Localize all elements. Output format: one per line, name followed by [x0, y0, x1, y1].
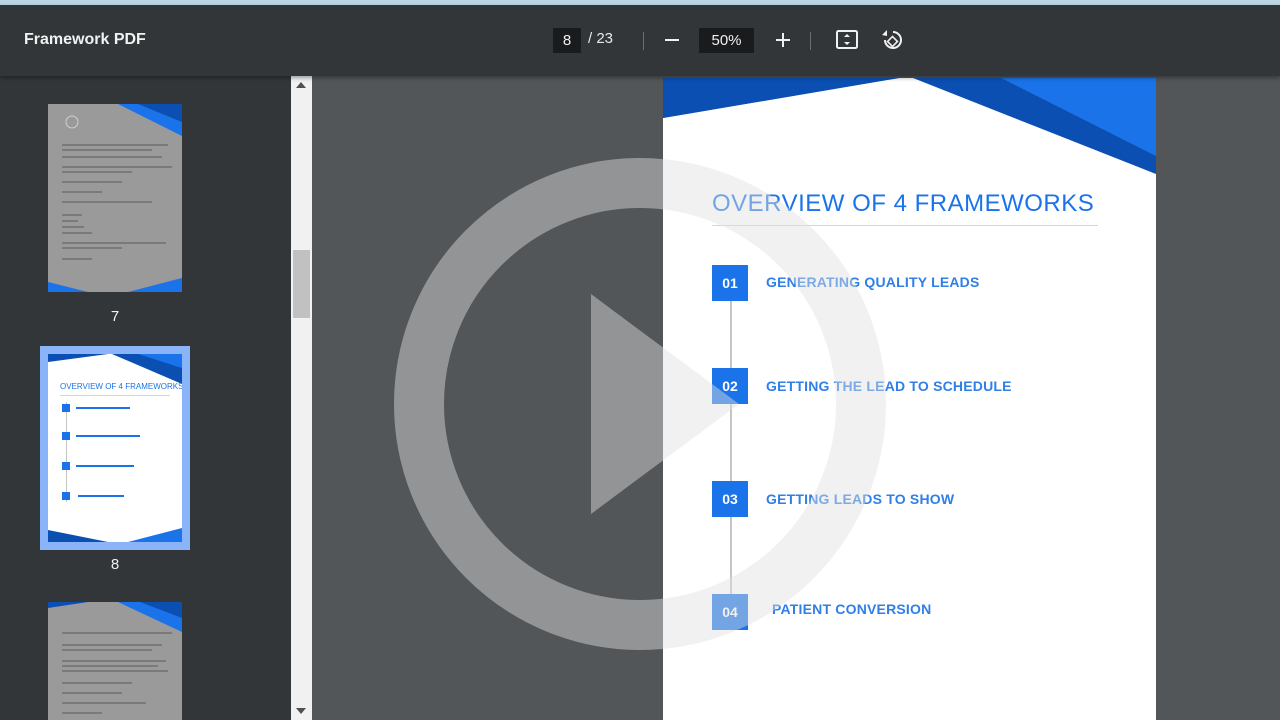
toolbar-divider [643, 32, 644, 50]
thumbnail-page-9-image [48, 602, 182, 714]
fit-page-button[interactable] [834, 27, 860, 53]
scrollbar-thumb[interactable] [293, 250, 310, 318]
scroll-up-arrow-icon[interactable] [296, 82, 306, 88]
play-icon [394, 158, 886, 650]
zoom-input[interactable]: 50% [699, 28, 754, 53]
thumbnail-page-9[interactable] [48, 602, 182, 720]
rotate-button[interactable] [879, 27, 905, 53]
toolbar-divider [810, 32, 811, 50]
scroll-down-arrow-icon[interactable] [296, 708, 306, 714]
thumbnail-page-8-title: OVERVIEW OF 4 FRAMEWORKS [60, 382, 182, 391]
thumbnail-page-7[interactable] [48, 104, 182, 292]
thumbnail-sidebar: 7 OVERVIEW OF 4 FRAMEWORKS 8 [0, 76, 291, 720]
rotate-icon [882, 30, 902, 49]
thumbnail-page-7-image [48, 104, 182, 292]
page-number-input[interactable]: 8 [553, 28, 581, 53]
page-total: / 23 [588, 30, 614, 47]
minus-icon [665, 39, 679, 41]
plus-icon [776, 33, 790, 47]
fit-page-icon [836, 30, 858, 49]
thumbnail-scrollbar[interactable] [291, 76, 312, 720]
zoom-out-button[interactable] [659, 27, 685, 53]
zoom-in-button[interactable] [770, 27, 796, 53]
thumbnail-label: 8 [110, 556, 120, 573]
thumbnail-page-8[interactable]: OVERVIEW OF 4 FRAMEWORKS [48, 354, 182, 542]
document-title: Framework PDF [24, 31, 146, 48]
video-play-button[interactable] [394, 158, 886, 650]
pdf-toolbar: Framework PDF 8 / 23 50% [0, 5, 1280, 76]
thumbnail-label: 7 [110, 308, 120, 325]
